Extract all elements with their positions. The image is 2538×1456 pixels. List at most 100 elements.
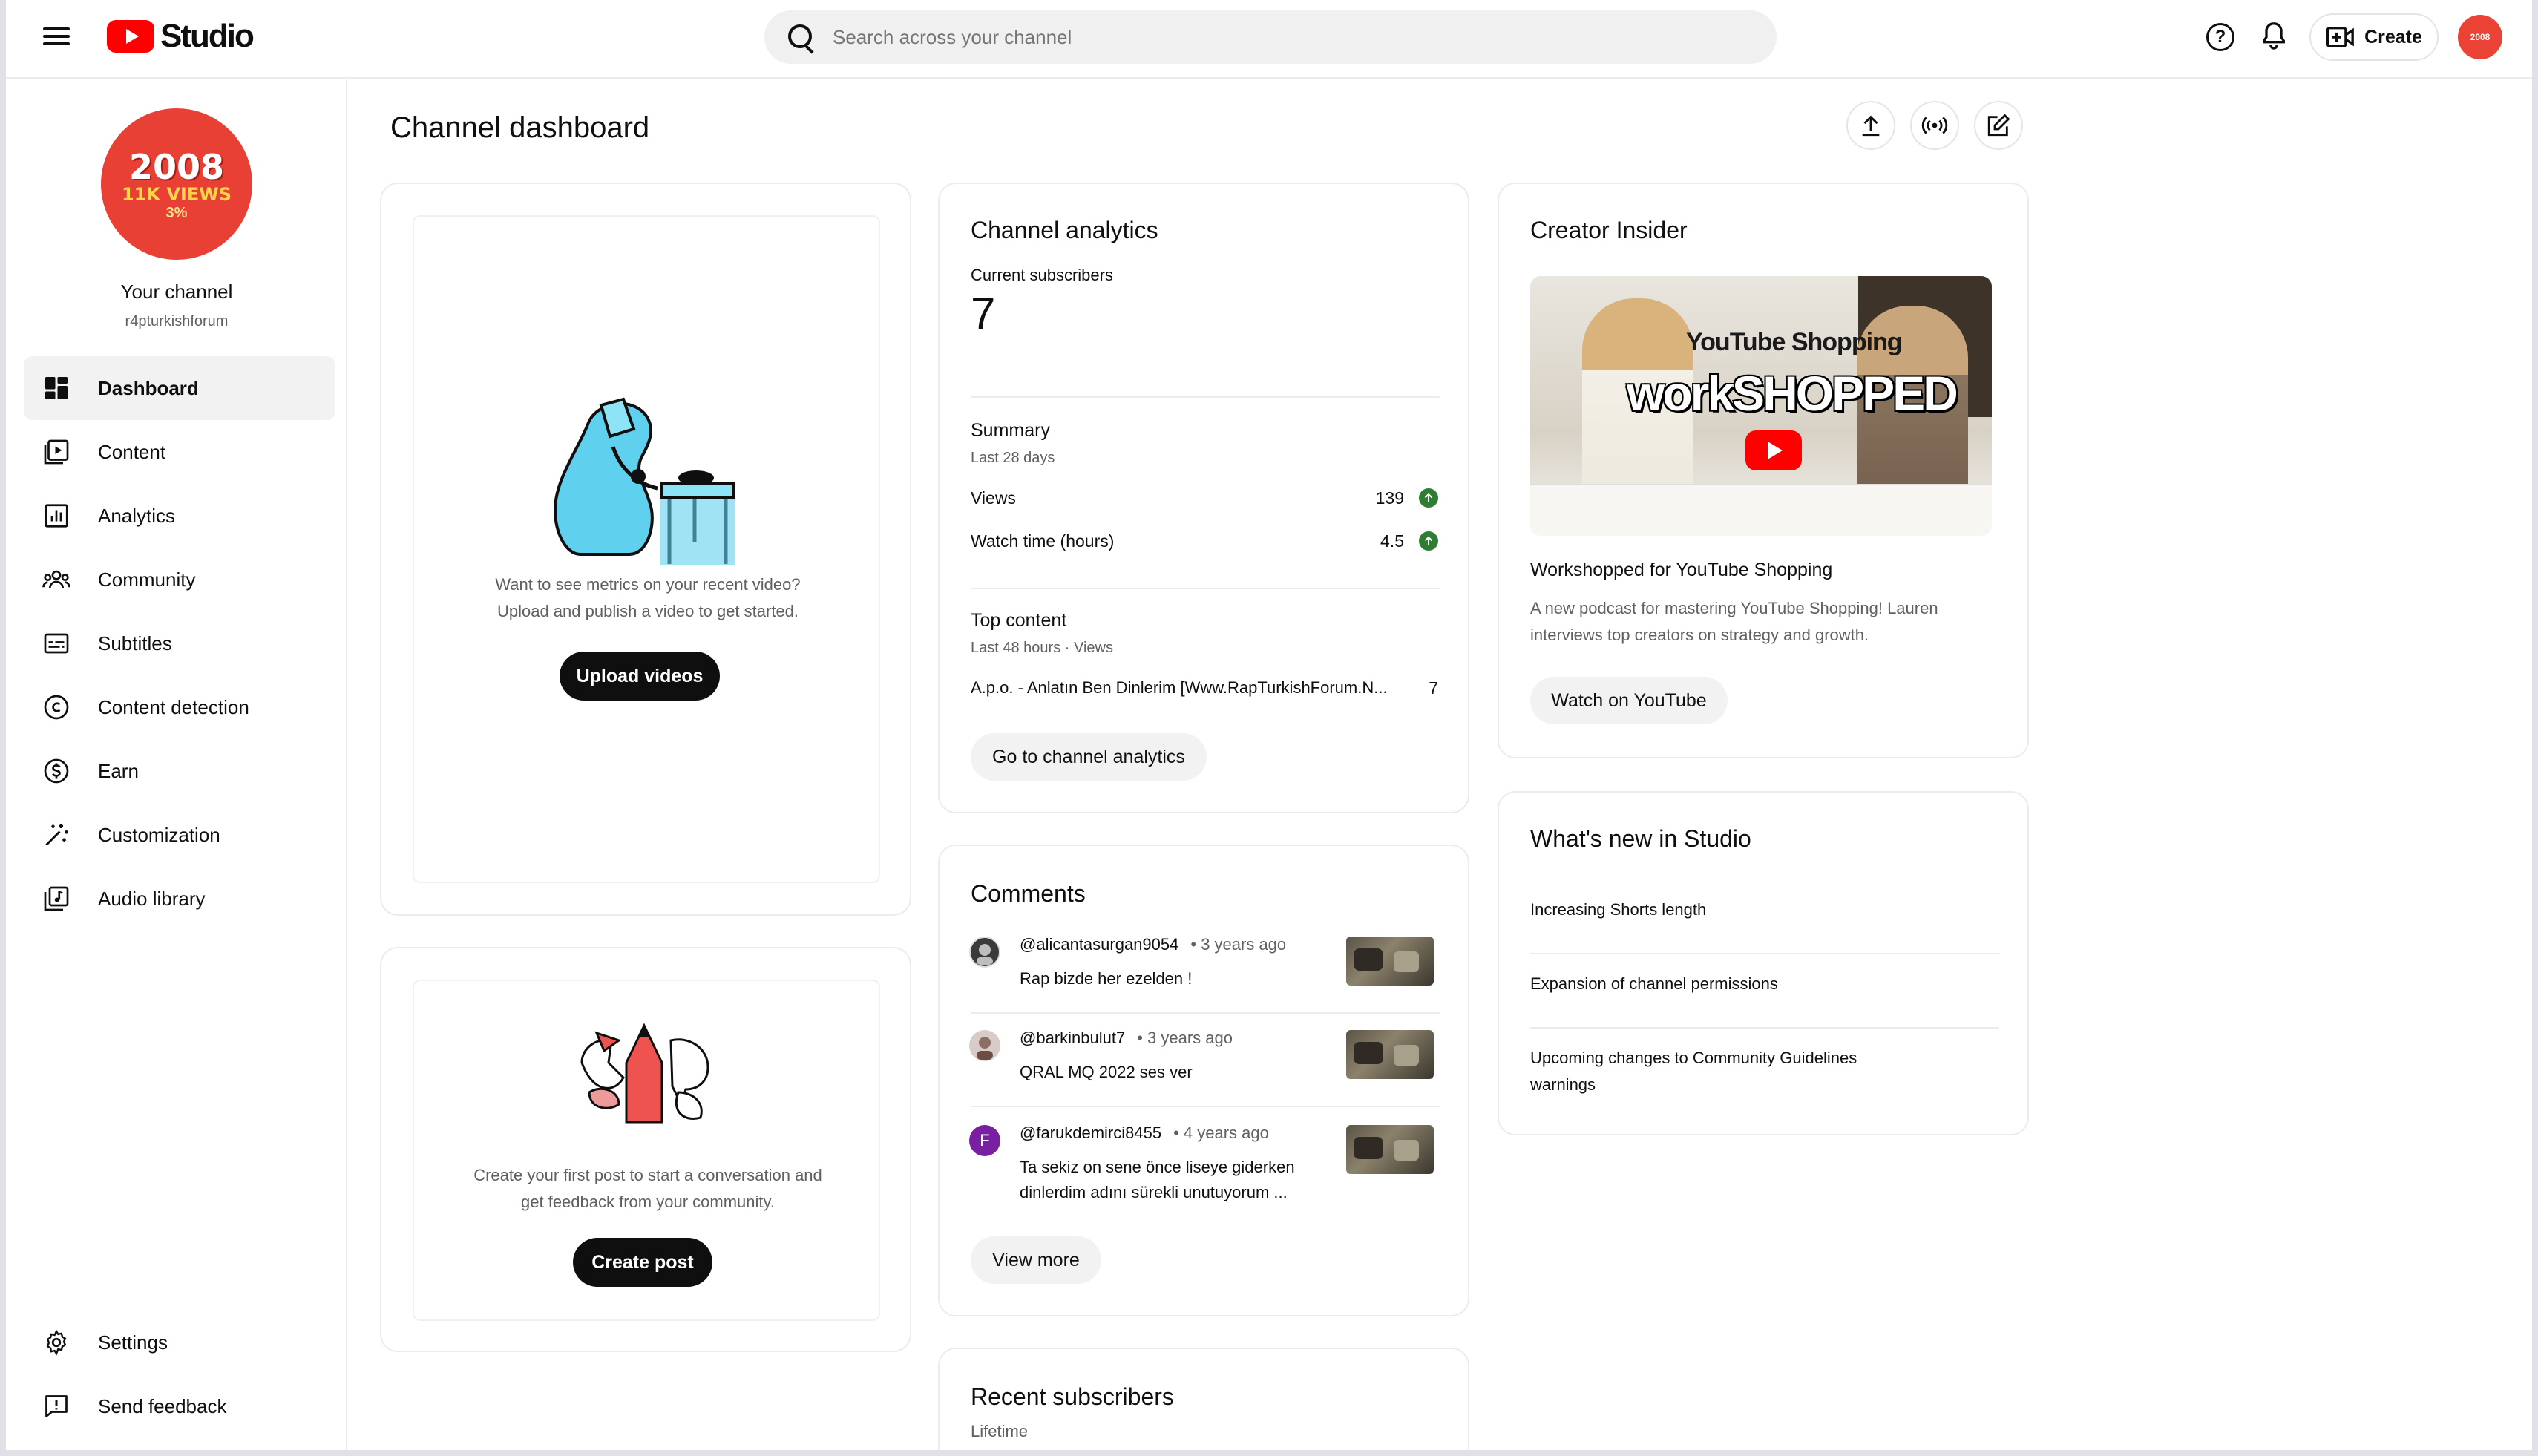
create-post-button[interactable]: Create post <box>573 1238 712 1287</box>
whats-new-card: What's new in Studio Increasing Shorts l… <box>1498 791 2029 1135</box>
sidebar-item-send-feedback[interactable]: Send feedback <box>24 1374 335 1438</box>
search-input[interactable] <box>833 25 1723 49</box>
comment-time: • 3 years ago <box>1137 1029 1233 1047</box>
comment-author[interactable]: @alicantasurgan9054 • 3 years ago <box>1020 935 1286 954</box>
sidebar-item-subtitles[interactable]: Subtitles <box>24 611 335 675</box>
thumbnail-headline: workSHOPPED <box>1627 366 1958 421</box>
thumbnail-brand-text: YouTube Shopping <box>1686 328 1903 356</box>
sidebar-item-customization[interactable]: Customization <box>24 803 335 867</box>
creator-insider-video-thumbnail[interactable]: YouTube Shopping workSHOPPED <box>1530 276 1992 536</box>
sidebar-item-audio-library[interactable]: Audio library <box>24 867 335 931</box>
sidebar-item-label: Send feedback <box>98 1394 227 1417</box>
whats-new-item[interactable]: Increasing Shorts length <box>1530 896 1990 923</box>
sidebar-item-content[interactable]: Content <box>24 420 335 484</box>
creator-insider-description: A new podcast for mastering YouTube Shop… <box>1530 599 1938 644</box>
upload-prompt-line2: Upload and publish a video to get starte… <box>496 602 799 620</box>
post-illustration-icon <box>580 1023 709 1124</box>
comment-time: • 3 years ago <box>1190 935 1287 954</box>
commenter-avatar[interactable] <box>969 937 1000 968</box>
top-content-item[interactable]: A.p.o. - Anlatın Ben Dinlerim [Www.RapTu… <box>971 678 1401 698</box>
comment-item[interactable]: F @farukdemirci8455 • 4 years ago Ta seki… <box>940 1116 1468 1210</box>
upload-videos-button[interactable]: Upload videos <box>560 652 720 701</box>
menu-icon[interactable] <box>40 23 73 56</box>
comment-author-name[interactable]: @farukdemirci8455 <box>1020 1124 1161 1142</box>
upload-placeholder: Want to see metrics on your recent video… <box>413 215 880 883</box>
account-avatar[interactable]: 2008 <box>2458 15 2502 59</box>
page-title: Channel dashboard <box>390 111 650 144</box>
current-subscribers-value: 7 <box>971 289 996 338</box>
search-icon[interactable] <box>784 21 816 53</box>
create-post-button-top[interactable] <box>1974 101 2023 150</box>
avatar-percent: 3% <box>165 204 188 221</box>
creator-insider-card: Creator Insider YouTube Shopping workSHO… <box>1498 183 2029 758</box>
sidebar-item-earn[interactable]: Earn <box>24 739 335 803</box>
feedback-icon <box>42 1391 71 1421</box>
sidebar: 2008 11K VIEWS 3% Your channel r4pturkis… <box>6 79 347 1450</box>
avatar-year: 2008 <box>128 146 225 187</box>
create-button[interactable]: Create <box>2309 13 2439 61</box>
play-button-icon[interactable] <box>1745 430 1802 470</box>
comment-video-thumbnail[interactable] <box>1346 937 1434 986</box>
sidebar-item-settings[interactable]: Settings <box>24 1311 335 1374</box>
sidebar-item-analytics[interactable]: Analytics <box>24 484 335 548</box>
upload-illustration-icon <box>553 397 735 565</box>
whats-new-title: What's new in Studio <box>1530 825 1751 852</box>
studio-app: Studio ? Create 2008 2008 11K VIEWS 3% Y… <box>6 0 2532 1450</box>
comment-author-name[interactable]: @barkinbulut7 <box>1020 1029 1125 1047</box>
search-bar[interactable] <box>764 10 1777 64</box>
whats-new-divider <box>1530 953 1999 954</box>
create-label: Create <box>2364 26 2422 47</box>
sidebar-item-content-detection[interactable]: Content detection <box>24 675 335 739</box>
view-more-comments-button[interactable]: View more <box>971 1236 1101 1284</box>
sidebar-item-label: Customization <box>98 823 220 846</box>
studio-logo[interactable]: Studio <box>107 16 255 56</box>
comment-author[interactable]: @farukdemirci8455 • 4 years ago <box>1020 1124 1269 1143</box>
analytics-icon <box>42 501 71 531</box>
comment-author[interactable]: @barkinbulut7 • 3 years ago <box>1020 1029 1233 1048</box>
magic-wand-icon <box>42 820 71 850</box>
whats-new-item[interactable]: Expansion of channel permissions <box>1530 971 1990 997</box>
notifications-bell-icon[interactable] <box>2255 18 2293 56</box>
sidebar-item-dashboard[interactable]: Dashboard <box>24 356 335 420</box>
top-content-title: Top content <box>971 610 1067 631</box>
recent-subscribers-period: Lifetime <box>971 1422 1029 1440</box>
watch-time-label: Watch time (hours) <box>971 531 1115 551</box>
comment-video-thumbnail[interactable] <box>1346 1125 1434 1174</box>
go-live-button[interactable] <box>1910 101 1959 150</box>
whats-new-divider <box>1530 1027 1999 1029</box>
comments-card: Comments @alicantasurgan9054 • 3 years ag… <box>938 845 1469 1316</box>
sidebar-nav: Dashboard Content Analytics Community Su… <box>24 356 335 931</box>
help-icon[interactable]: ? <box>2201 18 2240 56</box>
sidebar-item-community[interactable]: Community <box>24 548 335 611</box>
creator-insider-video-title[interactable]: Workshopped for YouTube Shopping <box>1530 560 1832 581</box>
comment-item[interactable]: @barkinbulut7 • 3 years ago QRAL MQ 2022 … <box>940 1021 1468 1115</box>
subtitles-icon <box>42 629 71 658</box>
analytics-divider <box>971 396 1440 398</box>
summary-title: Summary <box>971 420 1050 441</box>
channel-avatar[interactable]: 2008 11K VIEWS 3% <box>101 108 252 260</box>
upload-button[interactable] <box>1846 101 1895 150</box>
sidebar-item-label: Settings <box>98 1331 168 1354</box>
comment-text: Ta sekiz on sene önce liseye giderken di… <box>1020 1158 1295 1201</box>
views-value: 139 <box>1375 488 1404 508</box>
comment-divider <box>971 1106 1440 1107</box>
comment-divider <box>971 1012 1440 1014</box>
watch-time-value: 4.5 <box>1380 531 1404 551</box>
commenter-avatar[interactable]: F <box>969 1125 1000 1156</box>
dashboard-icon <box>42 373 71 403</box>
go-to-channel-analytics-button[interactable]: Go to channel analytics <box>971 733 1207 781</box>
your-channel-label[interactable]: Your channel <box>6 281 347 304</box>
live-broadcast-icon <box>1921 117 1948 134</box>
whats-new-item[interactable]: Upcoming changes to Community Guidelines… <box>1530 1045 1901 1098</box>
channel-analytics-card: Channel analytics Current subscribers 7 … <box>938 183 1469 813</box>
top-bar: Studio ? Create 2008 <box>6 0 2532 79</box>
comment-item[interactable]: @alicantasurgan9054 • 3 years ago Rap biz… <box>940 928 1468 1021</box>
commenter-avatar[interactable] <box>969 1030 1000 1061</box>
analytics-divider <box>971 588 1440 589</box>
comment-video-thumbnail[interactable] <box>1346 1030 1434 1079</box>
post-prompt-line1: Create your first post to start a conver… <box>473 1166 822 1184</box>
comment-text: Rap bizde her ezelden ! <box>1020 969 1193 988</box>
summary-period: Last 28 days <box>971 450 1055 466</box>
watch-on-youtube-button[interactable]: Watch on YouTube <box>1530 677 1728 724</box>
comment-author-name[interactable]: @alicantasurgan9054 <box>1020 935 1178 954</box>
